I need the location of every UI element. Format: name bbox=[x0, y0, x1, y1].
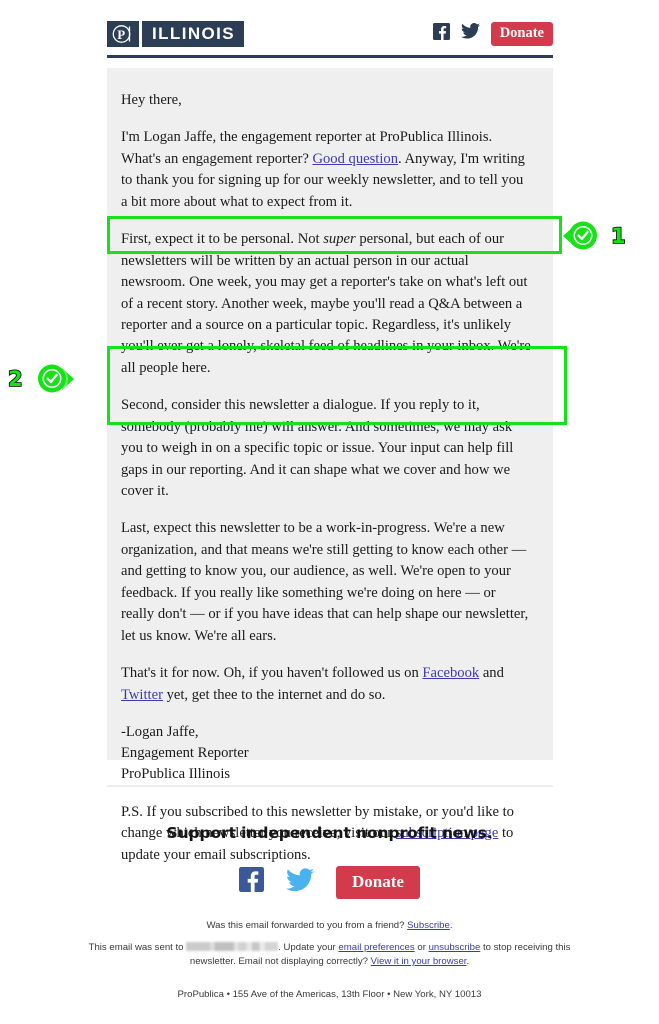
check-circle-icon bbox=[37, 364, 74, 394]
twitter-link[interactable]: Twitter bbox=[121, 687, 163, 703]
update-text: . Update your bbox=[278, 942, 339, 953]
good-question-link[interactable]: Good question bbox=[312, 151, 398, 167]
unsubscribe-link[interactable]: unsubscribe bbox=[429, 942, 481, 953]
annotation-number-1: 1 bbox=[610, 223, 626, 248]
annotation-marker-2: 2 bbox=[7, 362, 77, 396]
point-one-text-b: personal, but each of our newsletters wi… bbox=[121, 231, 531, 376]
email-newsletter-page: P ILLINOIS Donate Hey there, I'm Logan J… bbox=[0, 0, 659, 1024]
view-in-browser-link[interactable]: View it in your browser bbox=[371, 956, 467, 967]
twitter-icon[interactable] bbox=[460, 23, 480, 44]
social-followup-paragraph: That's it for now. Oh, if you haven't fo… bbox=[121, 663, 532, 706]
check-circle-icon bbox=[563, 221, 599, 251]
forwarded-text-a: Was this email forwarded to you from a f… bbox=[206, 920, 408, 931]
email-body-panel: Hey there, I'm Logan Jaffe, the engageme… bbox=[107, 68, 553, 863]
donate-button-header[interactable]: Donate bbox=[490, 22, 553, 46]
signature-org: ProPublica Illinois bbox=[121, 766, 231, 783]
propublica-illinois-logo[interactable]: P ILLINOIS bbox=[107, 21, 244, 47]
facebook-icon[interactable] bbox=[239, 867, 265, 897]
forwarded-text-b: . bbox=[449, 920, 453, 931]
donate-button-footer[interactable]: Donate bbox=[336, 866, 420, 899]
annotation-number-2: 2 bbox=[7, 366, 23, 391]
sent-to-text: This email was sent to bbox=[88, 942, 187, 953]
facebook-link[interactable]: Facebook bbox=[422, 665, 479, 681]
intro-paragraph: I'm Logan Jaffe, the engagement reporter… bbox=[121, 127, 532, 213]
or-text: or bbox=[414, 942, 429, 953]
logo-wordmark: ILLINOIS bbox=[142, 21, 244, 47]
email-header: P ILLINOIS Donate bbox=[107, 16, 553, 52]
greeting-paragraph: Hey there, bbox=[121, 92, 182, 108]
signature-title: Engagement Reporter bbox=[121, 745, 249, 762]
annotation-marker-1: 1 bbox=[563, 219, 626, 253]
point-two-paragraph: Second, consider this newsletter a dialo… bbox=[121, 397, 514, 499]
svg-text:P: P bbox=[117, 27, 125, 42]
social-text-and: and bbox=[479, 665, 504, 682]
support-heading: Support independent nonprofit news. bbox=[166, 824, 493, 842]
facebook-icon[interactable] bbox=[432, 22, 450, 45]
point-one-emphasis: super bbox=[323, 231, 356, 248]
subscribe-link[interactable]: Subscribe bbox=[407, 920, 450, 931]
email-preferences-link[interactable]: email preferences bbox=[338, 942, 414, 953]
org-address: ProPublica • 155 Ave of the Americas, 13… bbox=[177, 989, 482, 1000]
footer-actions: Donate bbox=[0, 866, 659, 899]
social-text-a: That's it for now. Oh, if you haven't fo… bbox=[121, 665, 423, 682]
footer-divider bbox=[107, 785, 553, 787]
twitter-icon[interactable] bbox=[286, 868, 315, 897]
point-one-paragraph: First, expect it to be personal. Not sup… bbox=[121, 229, 532, 379]
social-text-b: yet, get thee to the internet and do so. bbox=[162, 686, 386, 703]
point-one-text-a: First, expect it to be personal. Not bbox=[121, 231, 324, 248]
signature-name: -Logan Jaffe, bbox=[121, 723, 199, 740]
letter-content: Hey there, I'm Logan Jaffe, the engageme… bbox=[107, 68, 553, 866]
point-three-paragraph: Last, expect this newsletter to be a wor… bbox=[121, 520, 529, 644]
email-preferences-notice: This email was sent to . Update your ema… bbox=[80, 941, 579, 969]
redacted-email-address bbox=[186, 942, 279, 951]
propublica-p-logo: P bbox=[107, 21, 139, 47]
header-actions: Donate bbox=[432, 22, 553, 46]
forwarded-notice: Was this email forwarded to you from a f… bbox=[80, 919, 579, 933]
header-divider bbox=[107, 55, 553, 58]
period-text: . bbox=[466, 955, 470, 967]
